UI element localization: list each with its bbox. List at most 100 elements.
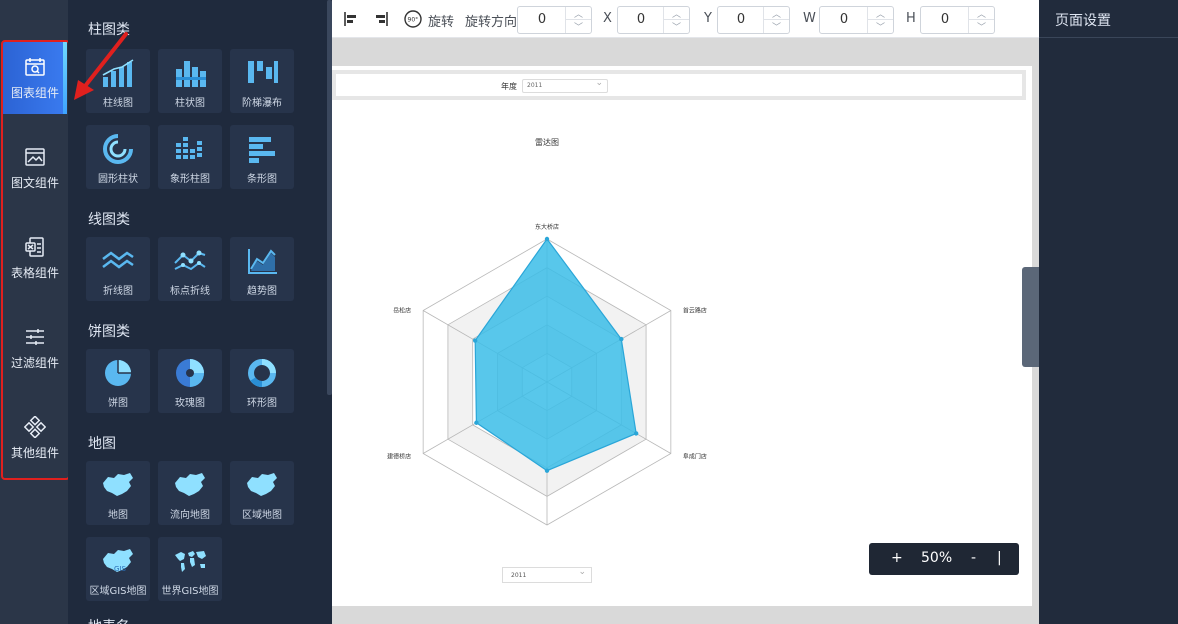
rotate-label: 旋转 — [428, 15, 455, 30]
h-label: H — [906, 11, 916, 26]
tile-pie[interactable]: 饼图 — [86, 349, 150, 413]
tile-label: 世界GIS地图 — [161, 586, 219, 597]
filter-bar[interactable]: 年度 2011 — [332, 70, 1026, 100]
tile-label: 趋势图 — [247, 286, 277, 297]
stepper-value: 0 — [839, 12, 849, 27]
tile-world-gis[interactable]: 世界GIS地图 — [158, 537, 222, 601]
rotate-direction-stepper[interactable]: 0 ︿ ﹀ — [517, 6, 592, 34]
tile-label: 标点折线 — [170, 286, 210, 297]
rose-chart-icon — [176, 359, 204, 387]
world-map-icon — [175, 551, 206, 572]
chevron-up-icon[interactable]: ︿ — [764, 7, 789, 20]
region-map-icon — [247, 473, 277, 496]
chevron-down-icon[interactable]: ﹀ — [969, 20, 994, 33]
tile-flow-map[interactable]: 流向地图 — [158, 461, 222, 525]
waterfall-chart-icon — [248, 61, 278, 83]
tile-map[interactable]: 地图 — [86, 461, 150, 525]
w-stepper[interactable]: 0 ︿ ﹀ — [819, 6, 894, 34]
panel-collapse-handle[interactable] — [1022, 267, 1039, 367]
zoom-in-button[interactable]: + — [891, 550, 903, 566]
settings-title: 页面设置 — [1055, 13, 1111, 29]
tile-label: 区域GIS地图 — [89, 586, 147, 597]
y-label: Y — [704, 11, 712, 26]
stepper-value: 0 — [537, 12, 547, 27]
section-title-next: 地表名 — [88, 616, 130, 624]
x-stepper[interactable]: 0 ︿ ﹀ — [617, 6, 690, 34]
bottom-year-select[interactable]: 2011 — [502, 565, 592, 583]
svg-text:GIS: GIS — [114, 565, 126, 573]
tile-strip[interactable]: 条形图 — [230, 125, 294, 189]
chart-title: 雷达图 — [535, 138, 559, 147]
marker-line-icon — [174, 250, 206, 271]
chevron-up-icon[interactable]: ︿ — [566, 7, 591, 20]
tile-rose[interactable]: 玫瑰图 — [158, 349, 222, 413]
highlight-box — [1, 40, 70, 480]
tile-donut[interactable]: 环形图 — [230, 349, 294, 413]
tile-region-gis[interactable]: GIS 区域GIS地图 — [86, 537, 150, 601]
chevron-down-icon[interactable]: ﹀ — [566, 20, 591, 33]
zoom-out-button[interactable]: - — [971, 550, 976, 566]
radar-point — [633, 431, 639, 436]
zoom-divider: | — [997, 550, 1002, 566]
tile-pictorial[interactable]: 象形柱图 — [158, 125, 222, 189]
chevron-down-icon[interactable]: ﹀ — [764, 20, 789, 33]
tile-ring-bar[interactable]: 圆形柱状 — [86, 125, 150, 189]
align-left-icon[interactable] — [343, 10, 361, 28]
chevron-up-icon[interactable]: ︿ — [969, 7, 994, 20]
radar-chart[interactable]: 东大桥店首云路店阜成门店 建德桥店 岳松店 — [360, 210, 740, 580]
radar-point — [544, 236, 550, 242]
tile-label: 玫瑰图 — [175, 398, 205, 409]
tile-line[interactable]: 折线图 — [86, 237, 150, 301]
tile-label: 条形图 — [247, 174, 277, 185]
tile-marker-line[interactable]: 标点折线 — [158, 237, 222, 301]
chevron-up-icon[interactable]: ︿ — [664, 7, 689, 20]
x-label: X — [603, 11, 612, 26]
section-title-map: 地图 — [88, 436, 116, 452]
line-chart-icon — [102, 251, 134, 269]
tile-label: 流向地图 — [170, 510, 210, 521]
chevron-down-icon[interactable]: ﹀ — [868, 20, 893, 33]
settings-panel: 页面设置 — [1039, 0, 1178, 624]
align-right-icon[interactable] — [372, 10, 390, 28]
annotation-arrow-icon — [74, 32, 128, 100]
chevron-up-icon[interactable]: ︿ — [868, 7, 893, 20]
rotate-badge: 90° — [408, 17, 419, 24]
rotate-icon[interactable]: 90° — [403, 9, 423, 29]
stepper-value: 0 — [736, 12, 746, 27]
y-stepper[interactable]: 0 ︿ ﹀ — [717, 6, 790, 34]
tile-label: 圆形柱状 — [98, 174, 138, 185]
radar-indicator-label: 东大桥店 — [535, 223, 559, 231]
filter-label: 年度 — [501, 82, 517, 91]
divider — [1039, 37, 1178, 38]
strip-chart-icon — [249, 137, 275, 163]
chevron-down-icon[interactable]: ﹀ — [664, 20, 689, 33]
radar-point — [474, 420, 479, 425]
tile-bar[interactable]: 柱状图 — [158, 49, 222, 113]
tile-label: 环形图 — [247, 398, 277, 409]
gis-map-icon: GIS — [103, 549, 133, 573]
ring-bar-chart-icon — [103, 134, 133, 164]
year-select[interactable]: 2011 — [522, 77, 608, 93]
h-stepper[interactable]: 0 ︿ ﹀ — [920, 6, 995, 34]
radar-indicator-label: 阜成门店 — [683, 453, 707, 461]
w-label: W — [803, 11, 816, 26]
tile-region-map[interactable]: 区域地图 — [230, 461, 294, 525]
tile-waterfall[interactable]: 阶梯瀑布 — [230, 49, 294, 113]
rotate-direction-label: 旋转方向 — [465, 15, 518, 30]
stepper-value: 0 — [636, 12, 646, 27]
tile-label: 阶梯瀑布 — [242, 98, 282, 109]
toolbar: 90° 旋转 旋转方向 0 ︿ ﹀ X 0 ︿ ﹀ Y 0 ︿ ﹀ W 0 ︿ ﹀ H … — [332, 0, 1039, 38]
bar-chart-icon — [176, 61, 206, 87]
zoom-level: 50% — [921, 550, 953, 566]
tile-trend[interactable]: 趋势图 — [230, 237, 294, 301]
china-map-icon — [103, 473, 133, 496]
radar-point — [544, 468, 550, 473]
radar-indicator-label: 首云路店 — [683, 307, 707, 315]
tile-label: 饼图 — [108, 398, 128, 409]
tile-label: 区域地图 — [242, 510, 282, 521]
pie-chart-icon — [105, 360, 131, 386]
tile-label: 地图 — [108, 510, 128, 521]
donut-chart-icon — [248, 359, 276, 387]
radar-indicator-label: 岳松店 — [393, 307, 411, 315]
category-rail: 图表组件 图文组件 表格组件 过滤组件 其他组件 — [0, 0, 70, 624]
